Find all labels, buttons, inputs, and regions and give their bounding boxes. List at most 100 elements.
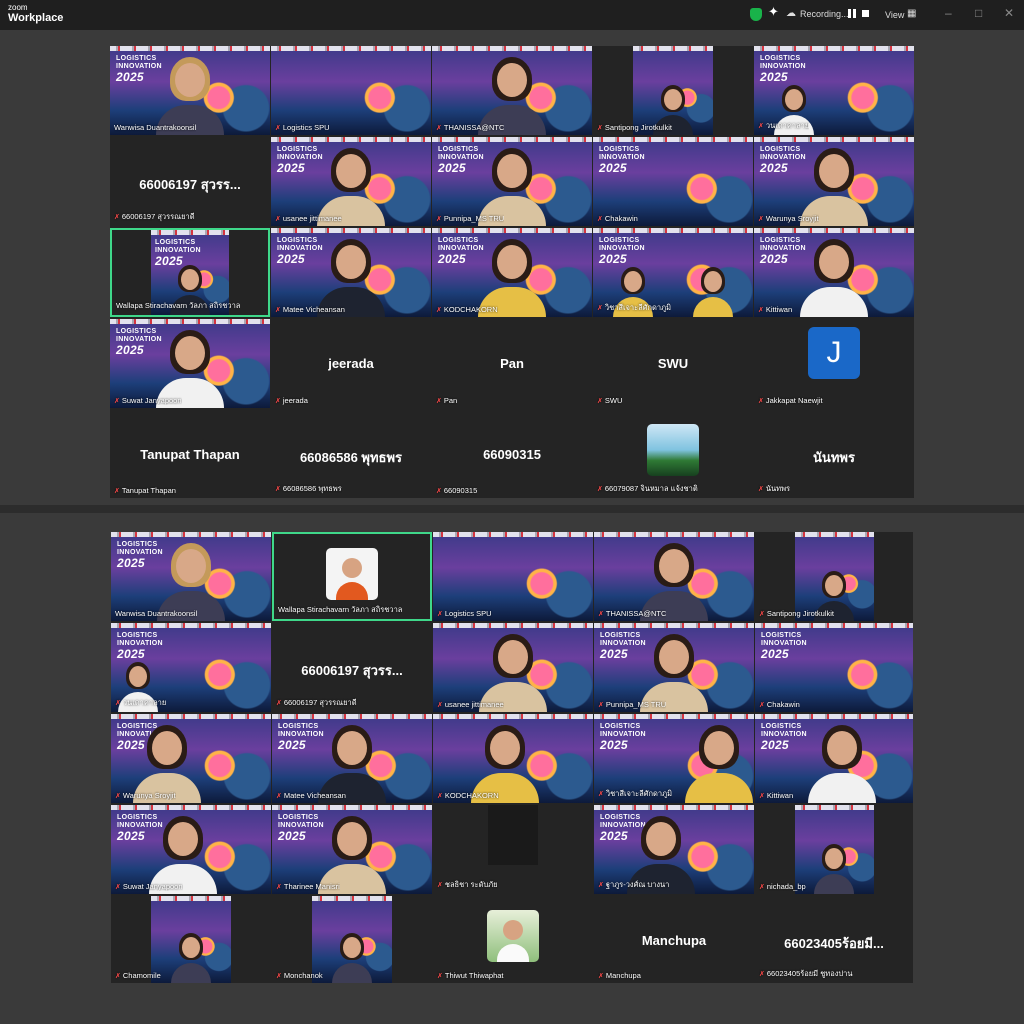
participant-name: ✗ 66006197 สุวรรณยาดี [276, 698, 357, 707]
mute-icon: ✗ [276, 973, 282, 980]
mute-icon: ✗ [759, 611, 765, 618]
sponsor-banner [271, 46, 431, 51]
participant-tile[interactable]: Tanupat Thapan ✗ Tanupat Thapan [110, 410, 270, 498]
mute-icon: ✗ [276, 884, 282, 891]
recording-status: Recording... [800, 9, 849, 19]
mute-icon: ✗ [436, 488, 442, 495]
participant-tile[interactable]: LOGISTICS INNOVATION 2025 ✗ Chakawin [755, 623, 913, 712]
mute-icon: ✗ [436, 307, 442, 314]
participant-tile-active-speaker[interactable]: LOGISTICS INNOVATION 2025 Wallapa Stiracha… [110, 228, 270, 317]
view-button[interactable]: View [885, 10, 904, 20]
participant-tile[interactable]: ✗ Monchanok [272, 896, 432, 983]
sponsor-banner [271, 137, 431, 142]
participant-tile[interactable]: ✗ Logistics SPU [271, 46, 431, 135]
participant-name: ✗ Chakawin [759, 700, 800, 709]
participant-tile[interactable]: 66023405ร้อยมี... ✗ 66023405ร้อยมี ชูทองป… [755, 896, 913, 983]
participant-name: Wallapa Stirachavarn วัลภา สถิรชวาล [116, 301, 241, 310]
participant-tile[interactable]: LOGISTICS INNOVATION 2025 ✗ usanee jittiman… [271, 137, 431, 226]
participant-tile[interactable]: LOGISTICS INNOVATION 2025 ✗ ฐาภูร-วงศ์ณ บาง… [594, 805, 754, 894]
participant-avatar [647, 424, 699, 476]
participant-tile[interactable]: LOGISTICS INNOVATION 2025 ✗ Warunya Sroyjit [111, 714, 271, 803]
participant-tile[interactable]: LOGISTICS INNOVATION 2025 ✗ Matee Vicheansa… [272, 714, 432, 803]
participant-name: ✗ Santipong Jirotkulkit [597, 123, 672, 132]
participant-display-name: Pan [500, 356, 524, 372]
sponsor-banner [111, 714, 271, 719]
mute-icon: ✗ [275, 216, 281, 223]
participant-video [684, 725, 753, 803]
mute-icon: ✗ [115, 793, 121, 800]
participant-display-name: 66006197 สุวรร... [301, 663, 403, 679]
participant-tile[interactable]: LOGISTICS INNOVATION 2025 ✗ Punnipa_MS TRU [432, 137, 592, 226]
background-title: LOGISTICS INNOVATION 2025 [761, 632, 807, 661]
background-title: LOGISTICS INNOVATION 2025 [117, 632, 163, 661]
participant-tile[interactable]: Manchupa ✗ Manchupa [594, 896, 754, 983]
participant-tile[interactable]: LOGISTICS INNOVATION 2025 ✗ Chakawin [593, 137, 753, 226]
participant-tile[interactable]: ✗ THANISSA@NTC [432, 46, 592, 135]
participant-tile[interactable]: Pan ✗ Pan [432, 319, 592, 408]
participant-tile[interactable]: LOGISTICS INNOVATION 2025 Wanwisa Duantrak… [111, 532, 271, 621]
participant-tile[interactable]: LOGISTICS INNOVATION 2025 ✗ Tharinee Manisr… [272, 805, 432, 894]
participant-name: ✗ นันทพร [758, 484, 791, 493]
participant-tile[interactable]: J ✗ Jakkapat Naewjit [754, 319, 914, 408]
participant-tile[interactable]: ✗ Chamomile [111, 896, 271, 983]
participant-name: ✗ THANISSA@NTC [598, 609, 667, 618]
gallery-view-icon[interactable]: ▦ [907, 9, 916, 19]
participant-tile[interactable]: ✗ Santipong Jirotkulkit [593, 46, 753, 135]
participant-tile[interactable]: 66006197 สุวรร... ✗ 66006197 สุวรรณยาดี [110, 137, 270, 226]
participant-name: ✗ Thiwut Thiwaphat [437, 971, 504, 980]
participant-tile-active-speaker[interactable]: Wallapa Stirachavarn วัลภา สถิรชวาล [272, 532, 432, 621]
participant-name: ✗ Tharinee Manisri [276, 882, 340, 891]
participant-tile[interactable]: 66006197 สุวรร... ✗ 66006197 สุวรรณยาดี [272, 623, 432, 712]
mute-icon: ✗ [437, 702, 443, 709]
mute-icon: ✗ [436, 398, 442, 405]
participant-tile[interactable]: 66086586 พุทธพร ✗ 66086586 พุทธพร [271, 410, 431, 498]
title-bar: zoom Workplace ✦ ☁ Recording... View ▦ –… [0, 0, 1024, 30]
participant-tile[interactable]: LOGISTICS INNOVATION 2025 ✗ Kittiwan [755, 714, 913, 803]
participant-tile[interactable]: ✗ Thiwut Thiwaphat [433, 896, 593, 983]
participant-tile[interactable]: LOGISTICS INNOVATION 2025 ✗ Matee Vicheansa… [271, 228, 431, 317]
pause-recording-button[interactable] [848, 9, 856, 18]
participant-tile[interactable]: LOGISTICS INNOVATION 2025 ✗ Warunya Sroyjit [754, 137, 914, 226]
participant-name: ✗ 66086586 พุทธพร [275, 484, 342, 493]
participant-name: ✗ วิชาสีเจาะลีศักดาภูมิ [598, 789, 673, 798]
sponsor-banner [272, 714, 432, 719]
participant-tile[interactable]: LOGISTICS INNOVATION 2025 Wanwisa Duantrak… [110, 46, 270, 135]
ai-companion-icon[interactable]: ✦ [768, 5, 779, 18]
mute-icon: ✗ [759, 793, 765, 800]
minimize-icon[interactable]: – [945, 6, 952, 20]
mute-icon: ✗ [598, 611, 604, 618]
participant-name: ✗ วนเดาคาลาย [758, 121, 810, 130]
participant-tile[interactable]: LOGISTICS INNOVATION 2025 ✗ Kittiwan [754, 228, 914, 317]
mute-icon: ✗ [598, 973, 604, 980]
participant-tile[interactable]: LOGISTICS INNOVATION 2025 ✗ วิชาสีเจาะลีศัก… [594, 714, 754, 803]
encryption-shield-icon[interactable] [750, 8, 762, 21]
participant-tile[interactable]: ✗ Santipong Jirotkulkit [755, 532, 913, 621]
participant-tile[interactable]: ✗ 66079087 จินหมาล แจ้งชาติ [593, 410, 753, 498]
participant-tile[interactable]: ✗ THANISSA@NTC [594, 532, 754, 621]
participant-tile[interactable]: LOGISTICS INNOVATION 2025 ✗ Punnipa_MS TRU [594, 623, 754, 712]
participant-tile[interactable]: jeerada ✗ jeerada [271, 319, 431, 408]
participant-video [814, 844, 854, 894]
participant-tile[interactable]: LOGISTICS INNOVATION 2025 ✗ วิชาสีเจาะลีศัก… [593, 228, 753, 317]
sponsor-banner [111, 532, 271, 537]
participant-tile[interactable]: LOGISTICS INNOVATION 2025 ✗ วนเดาคาลาย [754, 46, 914, 135]
participant-tile[interactable]: LOGISTICS INNOVATION 2025 ✗ KODCHAKORN [432, 228, 592, 317]
participant-tile[interactable]: ✗ Logistics SPU [433, 532, 593, 621]
participant-avatar [326, 548, 378, 600]
participant-tile[interactable]: LOGISTICS INNOVATION 2025 ✗ Suwat Janyapoon [110, 319, 270, 408]
participant-tile[interactable]: 66090315 ✗ 66090315 [432, 410, 592, 498]
participant-tile[interactable]: LOGISTICS INNOVATION 2025 ✗ วนเดาคาลาย [111, 623, 271, 712]
participant-tile[interactable]: SWU ✗ SWU [593, 319, 753, 408]
sponsor-banner [593, 228, 753, 233]
close-icon[interactable]: ✕ [1004, 6, 1014, 20]
participant-tile[interactable]: ✗ KODCHAKORN [433, 714, 593, 803]
participant-tile[interactable]: ✗ usanee jittimanee [433, 623, 593, 712]
participant-tile[interactable]: ✗ nichada_bp [755, 805, 913, 894]
stop-recording-button[interactable] [862, 10, 869, 17]
participant-tile[interactable]: ✗ ชลธิชา ระดับภัย [433, 805, 593, 894]
participant-name: ✗ Monchanok [276, 971, 323, 980]
participant-tile[interactable]: นันทพร ✗ นันทพร [754, 410, 914, 498]
sponsor-banner [433, 532, 593, 537]
maximize-icon[interactable]: □ [975, 6, 982, 20]
participant-tile[interactable]: LOGISTICS INNOVATION 2025 ✗ Suwat Janyapoon [111, 805, 271, 894]
